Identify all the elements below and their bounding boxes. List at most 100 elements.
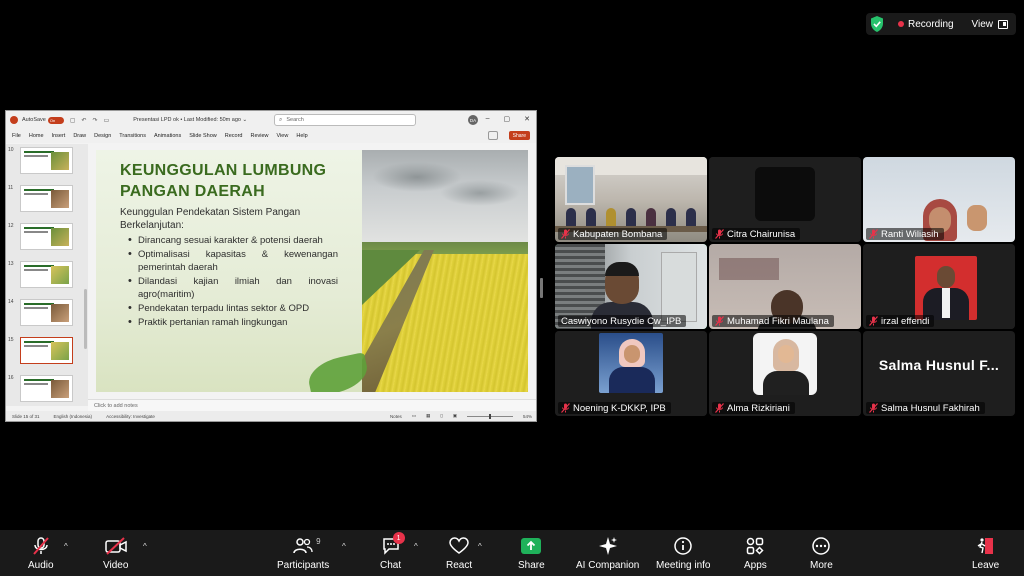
audio-button[interactable]: Audio xyxy=(28,536,54,571)
mic-muted-icon xyxy=(869,403,878,413)
leave-door-icon xyxy=(977,538,993,554)
participant-tile[interactable]: Salma Husnul F... Salma Husnul Fakhirah xyxy=(863,331,1015,416)
participant-name: Caswiyono Rusydie Cw_IPB xyxy=(561,315,682,327)
participant-tile[interactable]: Citra Chairunisa xyxy=(709,157,861,242)
ribbon-tab-review[interactable]: Review xyxy=(250,133,268,139)
slide-thumbnail-preview xyxy=(20,337,73,364)
meeting-info-label: Meeting info xyxy=(656,560,711,571)
ppt-share-label: Share xyxy=(512,132,526,139)
recording-indicator[interactable]: Recording xyxy=(898,19,954,30)
share-screen-button[interactable]: Share xyxy=(518,536,545,571)
ribbon-tab-home[interactable]: Home xyxy=(29,133,44,139)
participant-tile[interactable]: irzal effendi xyxy=(863,244,1015,329)
video-options-chevron-icon[interactable]: ^ xyxy=(143,542,147,551)
participant-name-tag: Citra Chairunisa xyxy=(712,228,801,240)
undo-icon[interactable]: ↶ xyxy=(82,117,87,124)
zoom-level[interactable]: 54% xyxy=(523,414,532,419)
normal-view-icon[interactable]: ▭ xyxy=(412,413,416,419)
language-indicator[interactable]: English (Indonesia) xyxy=(54,414,93,419)
ribbon-tab-animations[interactable]: Animations xyxy=(154,133,181,139)
participant-tile[interactable]: Alma Rizkiriani xyxy=(709,331,861,416)
more-button[interactable]: More xyxy=(810,536,833,571)
audio-options-chevron-icon[interactable]: ^ xyxy=(64,542,68,551)
zoom-slider[interactable] xyxy=(466,413,513,419)
slideshow-icon[interactable]: ▣ xyxy=(453,413,457,419)
participant-name-tag: Salma Husnul Fakhirah xyxy=(866,402,985,414)
ribbon-tab-file[interactable]: File xyxy=(12,133,21,139)
split-view-handle[interactable] xyxy=(540,278,543,298)
participant-name: Kabupaten Bombana xyxy=(573,228,663,240)
slide-thumbnail[interactable]: 10 xyxy=(6,147,88,177)
participant-tile[interactable]: Muhamad Fikri Maulana xyxy=(709,244,861,329)
participant-tile-active-speaker[interactable]: Caswiyono Rusydie Cw_IPB xyxy=(555,244,707,329)
participant-name-tag: Noening K-DKKP, IPB xyxy=(558,402,671,414)
participant-name-tag: Caswiyono Rusydie Cw_IPB xyxy=(558,315,687,327)
reading-view-icon[interactable]: ▯ xyxy=(440,413,442,419)
participant-name: Salma Husnul Fakhirah xyxy=(881,402,980,414)
ppt-share-button[interactable]: Share xyxy=(508,131,530,140)
comments-icon[interactable] xyxy=(488,131,498,140)
notes-toggle[interactable]: Notes xyxy=(390,414,402,419)
participant-name-tag: Ranti Wiliasih xyxy=(866,228,944,240)
ribbon-tab-record[interactable]: Record xyxy=(225,133,243,139)
minimize-icon[interactable]: – xyxy=(486,115,490,123)
ribbon-tab-insert[interactable]: Insert xyxy=(52,133,66,139)
redo-icon[interactable]: ↷ xyxy=(93,117,98,124)
slide-bullet-list: Dirancang sesuai karakter & potensi daer… xyxy=(128,234,338,330)
participants-button[interactable]: 9 Participants xyxy=(277,536,329,571)
leave-button[interactable]: Leave xyxy=(972,536,999,571)
slide-bullet: Pendekatan terpadu lintas sektor & OPD xyxy=(128,302,338,315)
recording-dot-icon xyxy=(898,21,904,27)
mic-muted-icon xyxy=(561,229,570,239)
autosave-toggle[interactable]: On xyxy=(47,116,64,124)
participants-label: Participants xyxy=(277,560,330,571)
shield-check-icon[interactable] xyxy=(870,16,884,32)
ribbon-tab-slide-show[interactable]: Slide Show xyxy=(189,133,217,139)
present-icon[interactable]: ▭ xyxy=(104,117,110,124)
react-button[interactable]: React xyxy=(446,536,472,571)
slide-sorter-icon[interactable]: ▦ xyxy=(426,413,430,419)
ribbon-tab-view[interactable]: View xyxy=(277,133,289,139)
meeting-info-button[interactable]: Meeting info xyxy=(656,536,710,571)
close-icon[interactable]: ✕ xyxy=(524,115,530,123)
ribbon-tab-transitions[interactable]: Transitions xyxy=(119,133,146,139)
document-title[interactable]: Presentasi LPD ok • Last Modified: 50m a… xyxy=(133,117,247,123)
participant-name-tag: Muhamad Fikri Maulana xyxy=(712,315,834,327)
participant-tile[interactable]: Noening K-DKKP, IPB xyxy=(555,331,707,416)
participant-tile[interactable]: Kabupaten Bombana xyxy=(555,157,707,242)
apps-button[interactable]: Apps xyxy=(744,536,767,571)
react-label: React xyxy=(446,560,473,571)
slide-thumbnail-preview xyxy=(20,299,73,326)
slide-bullet: Dirancang sesuai karakter & potensi daer… xyxy=(128,234,338,247)
chat-button[interactable]: 1 Chat xyxy=(380,532,405,571)
slide-thumbnail[interactable]: 15 xyxy=(6,337,88,367)
ribbon-tab-help[interactable]: Help xyxy=(296,133,307,139)
accessibility-indicator[interactable]: Accessibility: Investigate xyxy=(106,414,155,419)
chat-options-chevron-icon[interactable]: ^ xyxy=(414,542,418,551)
view-button[interactable]: View xyxy=(972,19,1008,30)
video-button[interactable]: Video xyxy=(103,536,128,571)
slide-thumbnail-number: 10 xyxy=(8,147,14,153)
maximize-icon[interactable]: ▢ xyxy=(504,115,511,123)
ribbon-tab-draw[interactable]: Draw xyxy=(73,133,86,139)
ai-companion-button[interactable]: AI Companion xyxy=(576,536,639,571)
user-avatar[interactable]: DA xyxy=(468,115,478,125)
shared-screen-powerpoint: AutoSave On ▢ ↶ ↷ ▭ Presentasi LPD ok • … xyxy=(5,110,537,422)
slide-thumbnail[interactable]: 12 xyxy=(6,223,88,253)
participants-options-chevron-icon[interactable]: ^ xyxy=(342,542,346,551)
save-icon[interactable]: ▢ xyxy=(70,117,76,124)
window-controls: – ▢ ✕ xyxy=(486,115,530,123)
slide-thumbnail[interactable]: 13 xyxy=(6,261,88,291)
slide-canvas[interactable]: KEUNGGULAN LUMBUNG PANGAN DAERAH Keunggu… xyxy=(96,150,528,392)
ribbon-tab-design[interactable]: Design xyxy=(94,133,111,139)
react-options-chevron-icon[interactable]: ^ xyxy=(478,542,482,551)
ppt-search-box[interactable]: ⌕ Search xyxy=(274,114,416,126)
slide-thumbnail[interactable]: 14 xyxy=(6,299,88,329)
slide-thumbnail[interactable]: 11 xyxy=(6,185,88,215)
rice-field-photo xyxy=(362,150,528,392)
info-icon xyxy=(674,537,692,555)
participant-tile[interactable]: Ranti Wiliasih xyxy=(863,157,1015,242)
slide-thumbnail[interactable]: 16 xyxy=(6,375,88,405)
participant-name-tag: Kabupaten Bombana xyxy=(558,228,668,240)
ribbon-tabs: File Home Insert Draw Design Transitions Anima… xyxy=(6,129,536,143)
